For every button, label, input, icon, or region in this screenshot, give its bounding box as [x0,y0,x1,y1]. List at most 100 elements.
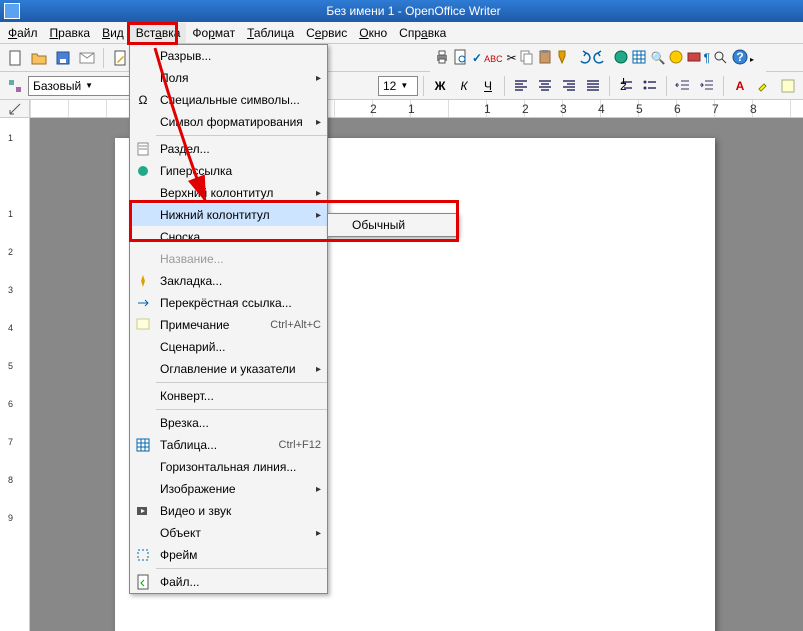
print-button[interactable] [434,49,450,68]
undo-button[interactable] [575,49,591,68]
menu-help[interactable]: Справка [393,23,452,43]
menu-item-header[interactable]: Верхний колонтитул▸ [130,182,327,204]
menu-item-frame[interactable]: Врезка... [130,412,327,434]
menu-format[interactable]: Формат [186,23,241,43]
menu-item-footer[interactable]: Нижний колонтитул▸ [130,204,327,226]
cut-button[interactable]: ✂ [507,51,517,65]
find-button[interactable]: 🔍 [651,51,666,65]
separator [723,76,724,96]
table-button[interactable] [631,49,647,68]
align-right-button[interactable] [558,75,580,97]
paragraph-style-value: Базовый [33,79,81,93]
nonprint-chars-button[interactable]: ¶ [704,51,710,65]
copy-button[interactable] [519,49,535,68]
menu-divider [156,568,327,569]
decrease-indent-button[interactable] [672,75,694,97]
menu-edit[interactable]: Правка [44,23,97,43]
menu-item-fields[interactable]: Поля▸ [130,67,327,89]
menu-item-title[interactable]: Название... [130,248,327,270]
toolbar-overflow-button[interactable]: ▸ [750,51,762,65]
toolbar-formatting: Базовый▼ 12 ▼ Ж К Ч 12 A [0,72,803,100]
spellcheck-button[interactable]: ✓ [472,51,482,65]
highlight-button[interactable] [753,75,775,97]
font-size-combo[interactable]: 12 ▼ [378,76,418,96]
bookmark-icon [135,273,151,289]
menu-item-envelope[interactable]: Конверт... [130,385,327,407]
menu-item-toc[interactable]: Оглавление и указатели▸ [130,358,327,380]
menu-insert[interactable]: Вставка [130,23,187,43]
submenu-item-default[interactable]: Обычный [328,214,457,236]
vertical-ruler[interactable]: 1 1 2 3 4 5 6 7 8 9 [0,118,30,631]
menu-item-hrule[interactable]: Горизонтальная линия... [130,456,327,478]
preview-button[interactable] [452,49,468,68]
separator [103,48,104,68]
menu-item-file[interactable]: Файл... [130,571,327,593]
menu-item-footnote[interactable]: Сноска... [130,226,327,248]
paste-button[interactable] [537,49,553,68]
chevron-right-icon: ▸ [316,528,321,539]
horizontal-ruler-container: 2 1 1 2 3 4 5 6 7 8 [0,100,803,118]
format-paintbrush-button[interactable] [555,49,571,68]
align-center-button[interactable] [534,75,556,97]
menu-table[interactable]: Таблица [241,23,300,43]
save-button[interactable] [52,47,74,69]
menu-item-formatting-mark[interactable]: Символ форматирования▸ [130,111,327,133]
hyperlink-button[interactable] [613,49,629,68]
zoom-button[interactable] [712,49,728,68]
svg-text:Ω: Ω [139,93,148,107]
bold-button[interactable]: Ж [429,75,451,97]
align-justify-button[interactable] [582,75,604,97]
frame-icon [135,547,151,563]
separator [666,76,667,96]
hyperlink-icon [135,163,151,179]
note-icon [135,317,151,333]
redo-button[interactable] [593,49,609,68]
menu-item-media[interactable]: Видео и звук [130,500,327,522]
chevron-right-icon: ▸ [316,210,321,221]
window-title: Без имени 1 - OpenOffice Writer [24,4,803,18]
font-color-button[interactable]: A [729,75,751,97]
menu-item-bookmark[interactable]: Закладка... [130,270,327,292]
new-doc-button[interactable] [4,47,26,69]
bg-color-button[interactable] [777,75,799,97]
separator [609,76,610,96]
chevron-down-icon: ▼ [400,81,408,90]
italic-button[interactable]: К [453,75,475,97]
work-area: 1 1 2 3 4 5 6 7 8 9 [0,118,803,631]
autospell-button[interactable]: ABC [484,51,503,65]
menu-file[interactable]: ФФайлайл [2,23,44,43]
underline-button[interactable]: Ч [477,75,499,97]
file-icon [135,574,151,590]
align-left-button[interactable] [510,75,532,97]
insert-menu-dropdown: Разрыв... Поля▸ ΩСпециальные символы... … [129,44,328,594]
increase-indent-button[interactable] [696,75,718,97]
menu-item-note[interactable]: ПримечаниеCtrl+Alt+C [130,314,327,336]
menu-item-special-chars[interactable]: ΩСпециальные символы... [130,89,327,111]
help-button[interactable]: ? [732,49,748,68]
open-button[interactable] [28,47,50,69]
menu-view[interactable]: Вид [96,23,130,43]
menu-item-cross-ref[interactable]: Перекрёстная ссылка... [130,292,327,314]
edit-mode-button[interactable] [109,47,131,69]
chevron-right-icon: ▸ [316,117,321,128]
menu-item-table[interactable]: Таблица...Ctrl+F12 [130,434,327,456]
menu-tools[interactable]: Сервис [300,23,353,43]
menu-item-frame2[interactable]: Фрейм [130,544,327,566]
numbered-list-button[interactable]: 12 [615,75,637,97]
media-icon [135,503,151,519]
bullet-list-button[interactable] [639,75,661,97]
menu-item-image[interactable]: Изображение▸ [130,478,327,500]
menu-item-object[interactable]: Объект▸ [130,522,327,544]
menu-item-section[interactable]: Раздел... [130,138,327,160]
gallery-button[interactable] [686,49,702,68]
menu-window[interactable]: Окно [353,23,393,43]
menu-item-break[interactable]: Разрыв... [130,45,327,67]
menu-item-hyperlink[interactable]: Гиперссылка [130,160,327,182]
styles-button[interactable] [4,75,26,97]
menu-divider [156,382,327,383]
menu-item-script[interactable]: Сценарий... [130,336,327,358]
font-size-value: 12 [383,79,396,93]
email-button[interactable] [76,47,98,69]
navigator-button[interactable] [668,49,684,68]
paragraph-style-combo[interactable]: Базовый▼ [28,76,143,96]
